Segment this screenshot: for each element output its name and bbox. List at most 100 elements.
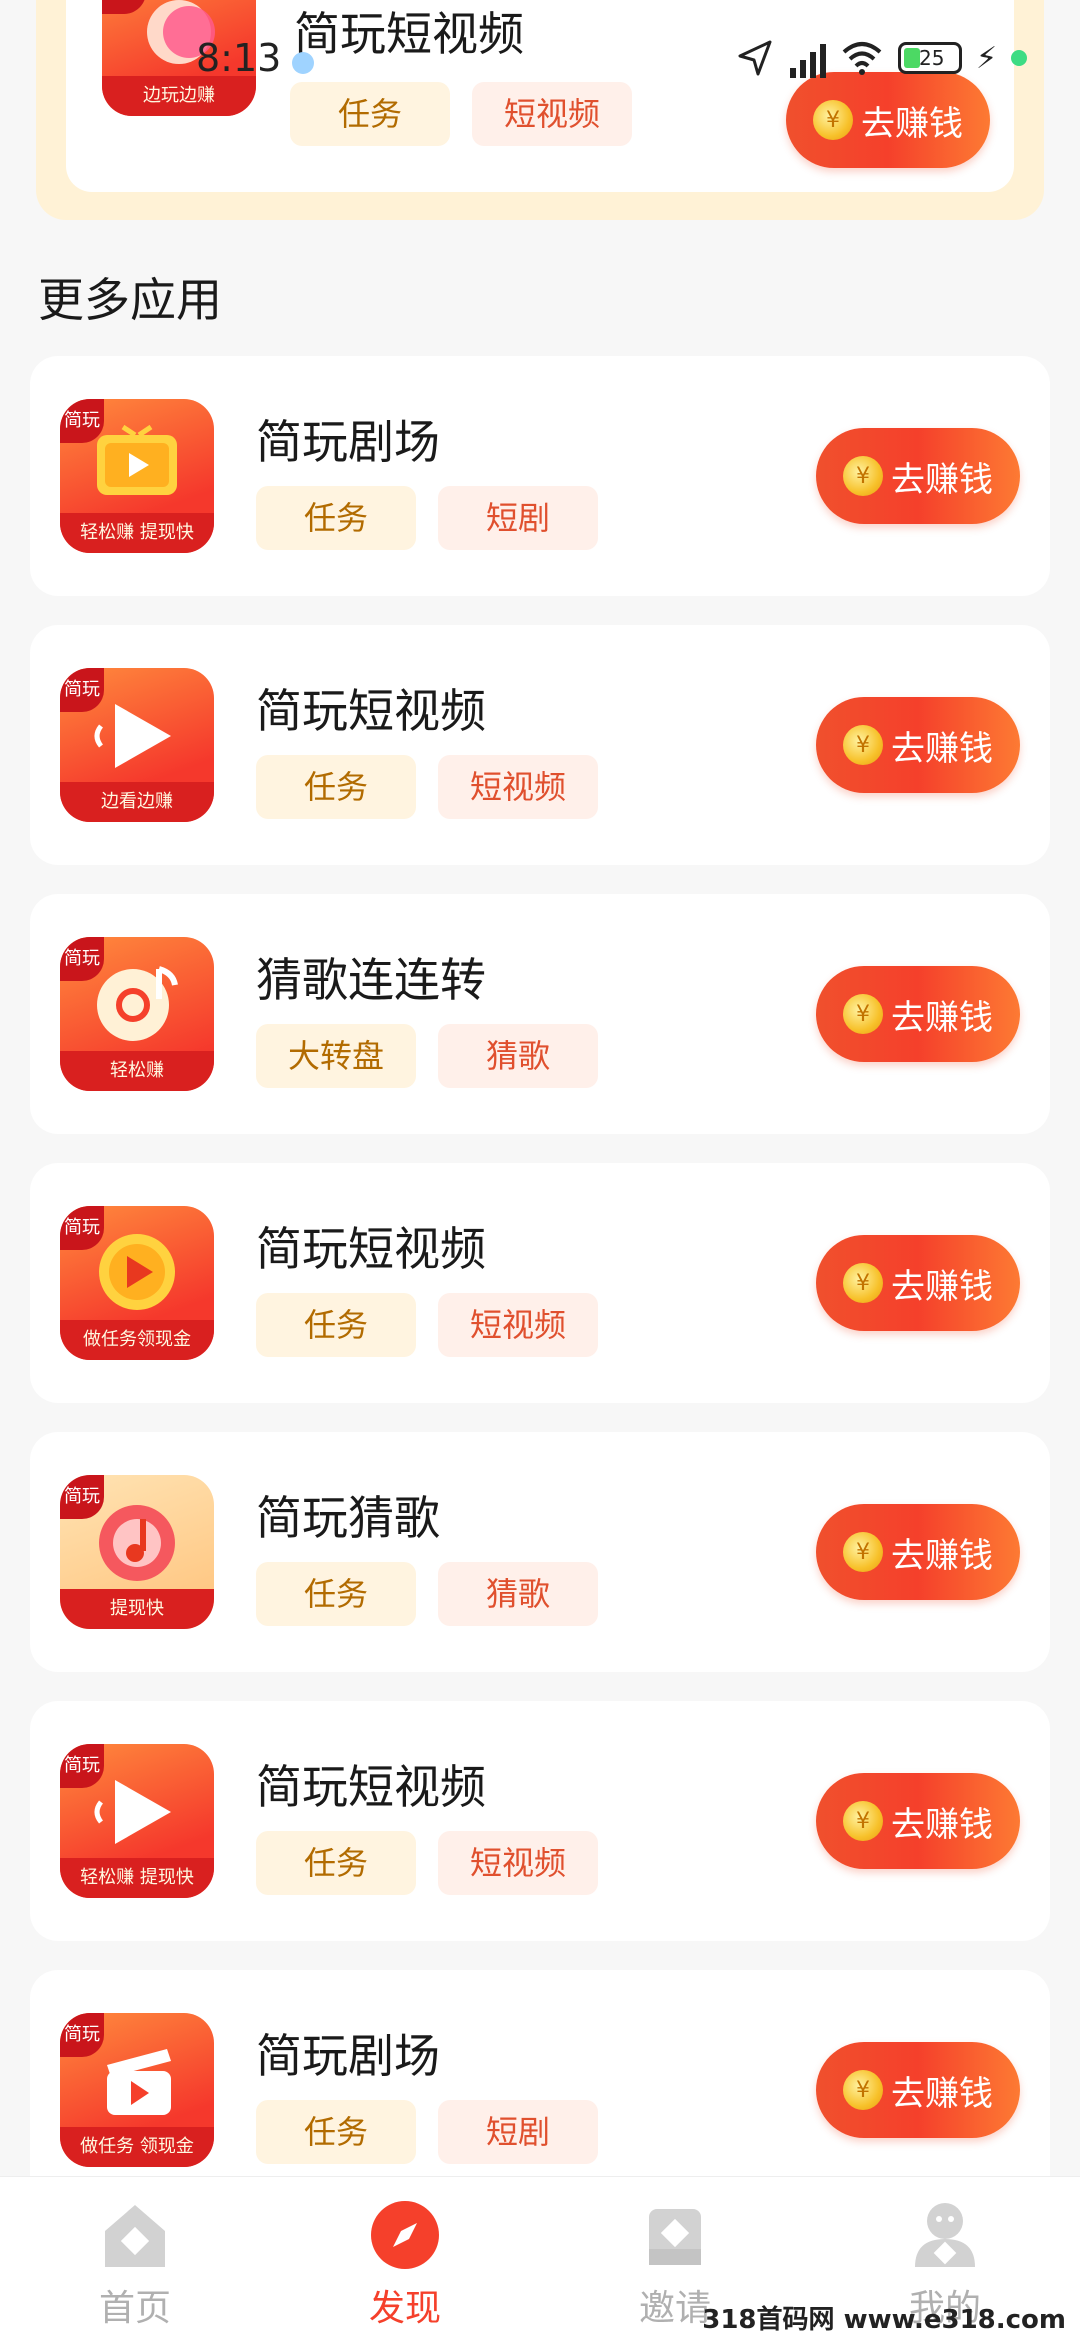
notification-dot-icon bbox=[292, 52, 314, 74]
battery-icon: 25 bbox=[898, 42, 962, 74]
clapper-icon bbox=[107, 2049, 171, 2115]
video-play-icon bbox=[94, 1780, 171, 1844]
tag-label: 任务 bbox=[256, 1831, 416, 1895]
nav-label: 邀请 bbox=[638, 2288, 711, 2329]
app-list: 简玩 轻松赚 提现快 简玩剧场 任务 短剧 ¥ 去赚钱 简玩 边看边赚 简玩短视… bbox=[30, 356, 1050, 2239]
nav-label: 首页 bbox=[98, 2288, 171, 2329]
wifi-icon bbox=[842, 42, 882, 75]
tag-label: 大转盘 bbox=[256, 1024, 416, 1088]
signal-icon bbox=[790, 38, 826, 78]
privacy-indicator-icon bbox=[1011, 50, 1028, 66]
battery-level: 25 bbox=[919, 46, 945, 70]
icon-corner-badge: 简玩 bbox=[60, 668, 104, 712]
app-icon[interactable]: 简玩 边看边赚 bbox=[60, 668, 214, 822]
app-icon[interactable]: 简玩 做任务领现金 bbox=[60, 1206, 214, 1360]
icon-banner: 轻松赚 提现快 bbox=[60, 513, 214, 553]
tag-label: 任务 bbox=[256, 1562, 416, 1626]
earn-button-label: 去赚钱 bbox=[891, 997, 993, 1038]
tag-label: 短视频 bbox=[438, 1293, 598, 1357]
nav-item[interactable]: 发现 bbox=[270, 2177, 540, 2340]
icon-corner-badge: 简玩 bbox=[60, 399, 104, 443]
charging-icon: ⚡ bbox=[976, 40, 998, 76]
app-tags: 大转盘 猜歌 bbox=[256, 1024, 598, 1088]
nav-label: 发现 bbox=[368, 2288, 441, 2329]
tag-label: 任务 bbox=[256, 2100, 416, 2164]
icon-corner-badge: 简玩 bbox=[60, 1206, 104, 1250]
tv-play-icon bbox=[97, 424, 177, 495]
app-icon[interactable]: 简玩 提现快 bbox=[60, 1475, 214, 1629]
icon-corner-badge: 简玩 bbox=[60, 1475, 104, 1519]
app-tags: 任务 短剧 bbox=[256, 486, 598, 550]
app-card[interactable]: 简玩 边看边赚 简玩短视频 任务 短视频 ¥ 去赚钱 bbox=[30, 625, 1050, 865]
app-tags: 任务 短视频 bbox=[256, 1293, 598, 1357]
coin-icon: ¥ bbox=[843, 725, 883, 765]
tag-label: 短视频 bbox=[438, 1831, 598, 1895]
location-arrow-icon bbox=[738, 40, 772, 76]
app-card[interactable]: 简玩 做任务 领现金 简玩剧场 任务 短剧 ¥ 去赚钱 bbox=[30, 1970, 1050, 2210]
app-card[interactable]: 简玩 提现快 简玩猜歌 任务 猜歌 ¥ 去赚钱 bbox=[30, 1432, 1050, 1672]
coin-icon: ¥ bbox=[843, 2070, 883, 2110]
profile-icon bbox=[915, 2203, 975, 2267]
tag-label: 猜歌 bbox=[438, 1024, 598, 1088]
status-bar: 8:13 25 ⚡ bbox=[0, 28, 1080, 92]
earn-button[interactable]: ¥ 去赚钱 bbox=[816, 428, 1020, 524]
icon-banner: 做任务领现金 bbox=[60, 1320, 214, 1360]
coin-icon: ¥ bbox=[843, 456, 883, 496]
video-play-icon bbox=[94, 704, 171, 768]
app-name: 简玩短视频 bbox=[256, 684, 486, 738]
coin-icon: ¥ bbox=[813, 100, 853, 140]
play-coin-icon bbox=[99, 1234, 175, 1310]
coin-icon: ¥ bbox=[843, 1532, 883, 1572]
earn-button-label: 去赚钱 bbox=[891, 1804, 993, 1845]
tag-label: 任务 bbox=[256, 1293, 416, 1357]
tag-label: 任务 bbox=[256, 755, 416, 819]
earn-button[interactable]: ¥ 去赚钱 bbox=[816, 1504, 1020, 1600]
icon-corner-badge: 简玩 bbox=[60, 937, 104, 981]
app-tags: 任务 短视频 bbox=[256, 1831, 598, 1895]
app-icon[interactable]: 简玩 轻松赚 提现快 bbox=[60, 1744, 214, 1898]
earn-button[interactable]: ¥ 去赚钱 bbox=[816, 2042, 1020, 2138]
coin-icon: ¥ bbox=[843, 1263, 883, 1303]
music-disc-icon bbox=[97, 966, 178, 1041]
status-time: 8:13 bbox=[196, 36, 282, 80]
app-name: 简玩短视频 bbox=[256, 1760, 486, 1814]
coin-icon: ¥ bbox=[843, 1801, 883, 1841]
app-card[interactable]: 简玩 做任务领现金 简玩短视频 任务 短视频 ¥ 去赚钱 bbox=[30, 1163, 1050, 1403]
app-tags: 任务 猜歌 bbox=[256, 1562, 598, 1626]
app-tags: 任务 短剧 bbox=[256, 2100, 598, 2164]
earn-button-label: 去赚钱 bbox=[891, 1266, 993, 1307]
icon-banner: 做任务 领现金 bbox=[60, 2127, 214, 2167]
compass-icon bbox=[371, 2201, 439, 2269]
icon-banner: 轻松赚 bbox=[60, 1051, 214, 1091]
tag-label: 短剧 bbox=[438, 2100, 598, 2164]
tag-label: 短剧 bbox=[438, 486, 598, 550]
app-icon[interactable]: 简玩 做任务 领现金 bbox=[60, 2013, 214, 2167]
app-name: 简玩剧场 bbox=[256, 415, 440, 469]
tag-label: 短视频 bbox=[438, 755, 598, 819]
earn-button-label: 去赚钱 bbox=[891, 1535, 993, 1576]
app-name: 简玩短视频 bbox=[256, 1222, 486, 1276]
earn-button[interactable]: ¥ 去赚钱 bbox=[816, 966, 1020, 1062]
earn-button-label: 去赚钱 bbox=[891, 2073, 993, 2114]
nav-item[interactable]: 首页 bbox=[0, 2177, 270, 2340]
status-icons: 25 ⚡ bbox=[736, 38, 1028, 78]
earn-button[interactable]: ¥ 去赚钱 bbox=[816, 1235, 1020, 1331]
music-note-icon bbox=[99, 1505, 175, 1581]
app-card[interactable]: 简玩 轻松赚 提现快 简玩短视频 任务 短视频 ¥ 去赚钱 bbox=[30, 1701, 1050, 1941]
invite-icon bbox=[649, 2209, 701, 2265]
icon-corner-badge: 简玩 bbox=[60, 1744, 104, 1788]
home-icon bbox=[105, 2205, 165, 2267]
icon-banner: 边看边赚 bbox=[60, 782, 214, 822]
app-name: 简玩剧场 bbox=[256, 2029, 440, 2083]
earn-button-label: 去赚钱 bbox=[891, 728, 993, 769]
app-card[interactable]: 简玩 轻松赚 提现快 简玩剧场 任务 短剧 ¥ 去赚钱 bbox=[30, 356, 1050, 596]
earn-button-label: 去赚钱 bbox=[891, 459, 993, 500]
earn-button[interactable]: ¥ 去赚钱 bbox=[816, 1773, 1020, 1869]
earn-button-label: 去赚钱 bbox=[861, 103, 963, 144]
app-icon[interactable]: 简玩 轻松赚 bbox=[60, 937, 214, 1091]
icon-banner: 轻松赚 提现快 bbox=[60, 1858, 214, 1898]
app-icon[interactable]: 简玩 轻松赚 提现快 bbox=[60, 399, 214, 553]
earn-button[interactable]: ¥ 去赚钱 bbox=[816, 697, 1020, 793]
app-tags: 任务 短视频 bbox=[256, 755, 598, 819]
app-card[interactable]: 简玩 轻松赚 猜歌连连转 大转盘 猜歌 ¥ 去赚钱 bbox=[30, 894, 1050, 1134]
